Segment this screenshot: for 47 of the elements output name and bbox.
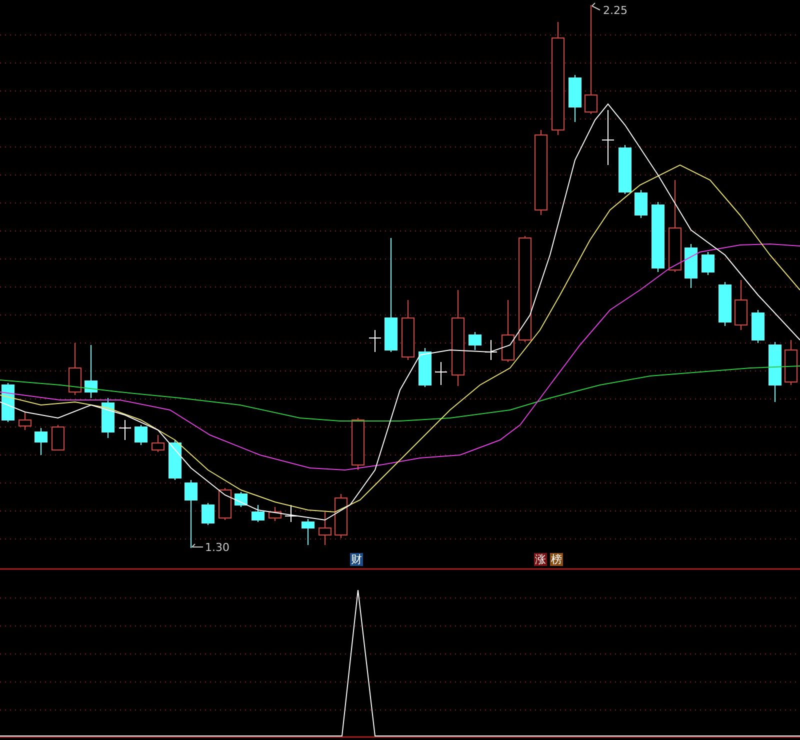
candlestick [768,342,782,402]
candlestick [568,74,582,122]
candlestick [218,488,232,520]
candlestick [34,428,48,456]
candlestick [152,434,164,452]
candlestick [368,330,382,352]
candlestick [602,110,614,166]
candlestick [634,190,648,218]
event-marker[interactable]: 财 [350,553,363,566]
candlestick [134,424,148,446]
candlestick [784,340,798,386]
candlestick [102,398,114,438]
candlestick [18,412,32,430]
candlestick [334,494,348,538]
candlestick [202,502,214,526]
candlestick [718,282,732,326]
candlestick [68,342,82,396]
candlestick [618,144,632,194]
arrow-icon [592,2,600,10]
candlestick [402,300,414,360]
candlestick [268,506,282,522]
arrow-icon [192,544,204,548]
candlestick [284,504,298,522]
candlestick [318,512,332,546]
candlestick [502,300,514,362]
candlestick [184,480,198,548]
candlestick [734,280,748,330]
candlestick [302,518,314,546]
candlestick [352,418,364,470]
candlestick [168,440,182,480]
low-price-label: 1.30 [205,541,230,554]
candlestick [418,348,432,388]
candlestick [434,362,448,386]
candlestick [468,332,482,350]
candlestick [684,244,698,288]
high-price-label: 2.25 [603,4,628,17]
event-marker[interactable]: 涨 [534,553,547,566]
candlestick [652,202,664,272]
candlestick [252,504,264,522]
candlestick [752,310,764,344]
candlestick [52,424,64,450]
event-marker[interactable]: 榜 [550,553,563,566]
candlestick [702,252,714,276]
candlestick [84,344,98,398]
candlestick [118,420,132,440]
candlestick [2,382,14,422]
candlestick [234,492,248,508]
